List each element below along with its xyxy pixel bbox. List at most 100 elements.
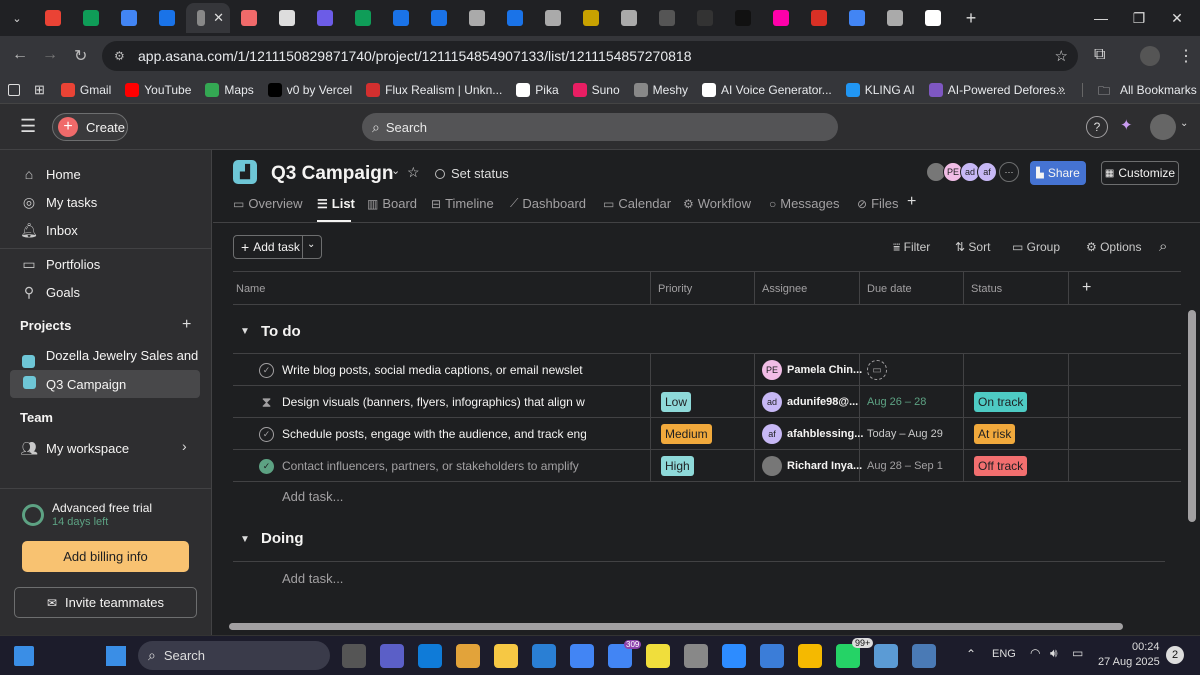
browser-tab[interactable] [306, 3, 344, 33]
close-tab-icon[interactable]: ✕ [213, 10, 224, 26]
clock-date[interactable]: 27 Aug 2025 [1098, 656, 1160, 668]
taskbar-search[interactable]: ⌕ Search [138, 641, 330, 670]
search-input[interactable]: ⌕ Search [362, 113, 838, 141]
browser-tab[interactable] [458, 3, 496, 33]
complete-checkbox-icon[interactable]: ✓ [259, 426, 274, 442]
sidebar-item-my-tasks[interactable]: ◎ My tasks [20, 194, 97, 211]
url-field[interactable]: ⚙ app.asana.com/1/1211150829871740/proje… [102, 41, 1078, 71]
browser-tab[interactable] [148, 3, 186, 33]
user-avatar[interactable] [1150, 114, 1176, 140]
hamburger-menu-icon[interactable]: ☰ [20, 116, 36, 137]
browser-tab[interactable] [914, 3, 952, 33]
tab-list[interactable]: ☰ List [317, 196, 355, 211]
postgres-icon[interactable] [912, 644, 936, 668]
browser-tab[interactable] [686, 3, 724, 33]
tab-timeline[interactable]: ⊟ Timeline [431, 196, 494, 211]
collapse-caret-icon[interactable]: ▼ [240, 534, 250, 545]
close-window-button[interactable]: ✕ [1154, 0, 1200, 36]
options-button[interactable]: ⚙ Options [1086, 240, 1141, 254]
assignee-cell[interactable]: PE Pamela Chin... [762, 354, 862, 386]
tab-calendar[interactable]: ▭ Calendar [603, 196, 671, 211]
column-header-priority[interactable]: Priority [658, 283, 692, 295]
bookmark-item[interactable]: AI-Powered Defores... [928, 82, 1066, 97]
zoom-icon[interactable] [722, 644, 746, 668]
bookmark-star-icon[interactable]: ☆ [1055, 47, 1068, 65]
vscode-icon[interactable] [532, 644, 556, 668]
all-bookmarks-button[interactable]: All Bookmarks [1120, 83, 1197, 97]
member-avatar[interactable]: af [977, 162, 997, 182]
tab-files[interactable]: ⊘ Files [857, 196, 899, 211]
add-project-button[interactable]: + [182, 316, 191, 334]
browser-tab[interactable] [34, 3, 72, 33]
site-info-icon[interactable]: ⚙ [114, 49, 125, 63]
app-icon[interactable] [760, 644, 784, 668]
widgets-icon[interactable] [14, 646, 34, 666]
invite-teammates-button[interactable]: ✉ Invite teammates [14, 587, 197, 618]
battery-icon[interactable]: ▭ [1072, 646, 1083, 660]
browser-tab[interactable] [268, 3, 306, 33]
status-cell[interactable]: Off track [974, 450, 1028, 482]
browser-tab[interactable] [648, 3, 686, 33]
share-button[interactable]: ▙ Share [1030, 161, 1086, 185]
calendar-icon[interactable]: ▭ [867, 360, 887, 380]
reload-icon[interactable]: ↻ [74, 46, 87, 66]
table-row[interactable]: ✓ Write blog posts, social media captions… [233, 354, 1181, 386]
browser-tab[interactable] [382, 3, 420, 33]
column-header-status[interactable]: Status [971, 283, 1002, 295]
collapse-caret-icon[interactable]: ▼ [240, 326, 250, 337]
bookmark-item[interactable]: Flux Realism | Unkn... [366, 82, 502, 97]
due-date-cell[interactable]: Aug 28 – Sep 1 [867, 450, 943, 482]
sidebar-item-inbox[interactable]: 🔔︎ Inbox [20, 222, 78, 239]
browser-tab[interactable] [230, 3, 268, 33]
chevron-down-icon[interactable]: ⌄ [1180, 118, 1188, 129]
bookmark-item[interactable]: Meshy [633, 82, 688, 97]
table-row[interactable]: ✓ Schedule posts, engage with the audienc… [233, 418, 1181, 450]
language-indicator[interactable]: ENG [992, 648, 1016, 660]
sidebar-item-goals[interactable]: ⚲ Goals [20, 284, 80, 301]
bookmark-item[interactable]: Maps [205, 82, 254, 97]
add-task-inline[interactable]: Add task... [282, 489, 343, 504]
browser-tab[interactable] [496, 3, 534, 33]
ai-sparkle-icon[interactable]: ✦ [1120, 116, 1133, 134]
tab-board[interactable]: ▥ Board [367, 196, 417, 211]
back-icon[interactable]: ← [12, 46, 28, 64]
chevron-up-icon[interactable]: ⌃ [966, 647, 976, 661]
apps-icon[interactable] [8, 83, 20, 96]
add-task-button[interactable]: + Add task ⌄ [233, 235, 322, 259]
task-name-cell[interactable]: ✓ Schedule posts, engage with the audienc… [259, 418, 589, 450]
assignee-cell[interactable]: ad adunife98@... [762, 386, 858, 418]
store-icon[interactable] [456, 644, 480, 668]
table-row[interactable]: ✓ Contact influencers, partners, or stake… [233, 450, 1181, 482]
table-row[interactable]: ⧗ Design visuals (banners, flyers, infogr… [233, 386, 1181, 418]
task-name-cell[interactable]: ⧗ Design visuals (banners, flyers, infogr… [259, 386, 589, 418]
windows-start-icon[interactable] [106, 646, 126, 666]
create-button[interactable]: + Create [52, 113, 128, 141]
browser-tab[interactable] [534, 3, 572, 33]
sidebar-item-my-workspace[interactable]: 👥︎ My workspace [20, 440, 129, 457]
browser-tab[interactable] [572, 3, 610, 33]
sort-button[interactable]: ⇅ Sort [955, 240, 990, 254]
star-icon[interactable]: ☆ [407, 164, 420, 181]
customize-button[interactable]: ▦ Customize [1101, 161, 1179, 185]
teams-icon[interactable] [380, 644, 404, 668]
group-button[interactable]: ▭ Group [1012, 240, 1060, 254]
forward-icon[interactable]: → [42, 46, 58, 64]
menu-icon[interactable]: ⋮ [1178, 46, 1194, 66]
wifi-icon[interactable]: ◠ [1030, 646, 1040, 660]
priority-cell[interactable]: Low [661, 386, 692, 418]
column-header-name[interactable]: Name [236, 283, 265, 295]
sticky-notes-icon[interactable] [646, 644, 670, 668]
status-cell[interactable]: At risk [974, 418, 1016, 450]
browser-tab[interactable]: ✕ [186, 3, 230, 33]
sidebar-item-project-q3[interactable]: Q3 Campaign [20, 376, 126, 392]
bookmark-item[interactable]: Pika [516, 82, 559, 97]
remote-desktop-icon[interactable] [874, 644, 898, 668]
clock-time[interactable]: 00:24 [1132, 641, 1160, 653]
tab-list-button[interactable]: ⌄ [0, 3, 34, 33]
priority-cell[interactable]: High [661, 450, 694, 482]
volume-icon[interactable]: 🔊︎ [1050, 646, 1058, 661]
more-bookmarks-button[interactable]: » [1058, 82, 1065, 96]
browser-tab[interactable] [420, 3, 458, 33]
sidebar-item-home[interactable]: ⌂ Home [20, 166, 81, 182]
assignee-cell[interactable]: af afahblessing... [762, 418, 863, 450]
